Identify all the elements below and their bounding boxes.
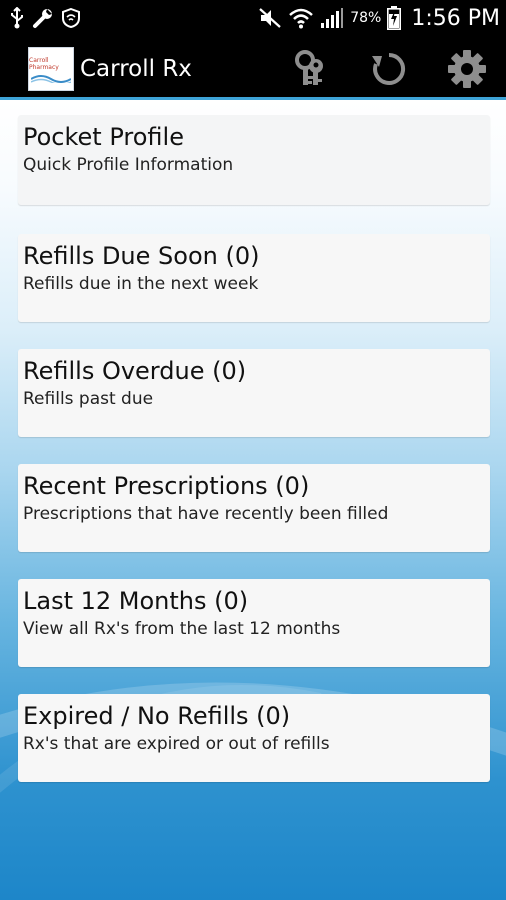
usb-icon — [10, 7, 24, 29]
card-subtitle: Quick Profile Information — [23, 155, 234, 175]
card-subtitle: Refills past due — [23, 389, 154, 409]
battery-percent: 78% — [350, 10, 382, 26]
card-subtitle: Rx's that are expired or out of refills — [23, 734, 330, 754]
card-pocket-profile[interactable]: Pocket Profile Quick Profile Information — [18, 115, 490, 205]
logo-text: Carroll Pharmacy — [29, 57, 59, 71]
keys-icon[interactable] — [289, 48, 331, 90]
card-subtitle: Refills due in the next week — [23, 274, 259, 294]
card-title: Last 12 Months (0) — [23, 587, 249, 615]
status-bar: 78% 1:56 PM — [0, 0, 506, 37]
card-refills-due-soon[interactable]: Refills Due Soon (0) Refills due in the … — [18, 234, 490, 322]
card-expired-no-refills[interactable]: Expired / No Refills (0) Rx's that are e… — [18, 694, 490, 782]
card-title: Recent Prescriptions (0) — [23, 472, 310, 500]
card-last-12-months[interactable]: Last 12 Months (0) View all Rx's from th… — [18, 579, 490, 667]
action-bar — [0, 37, 506, 100]
wifi-icon — [288, 7, 314, 29]
signal-icon — [320, 7, 344, 29]
wrench-icon — [32, 7, 54, 29]
status-left-icons — [10, 6, 80, 30]
shield-icon — [62, 8, 80, 28]
card-title: Refills Due Soon (0) — [23, 242, 260, 270]
status-time: 1:56 PM — [411, 5, 500, 31]
logo-wave-icon — [31, 75, 71, 83]
card-title: Pocket Profile — [23, 123, 184, 151]
app-title: Carroll Rx — [80, 56, 192, 82]
refresh-icon[interactable] — [368, 48, 410, 90]
main-content: Pocket Profile Quick Profile Information… — [0, 100, 506, 900]
card-subtitle: View all Rx's from the last 12 months — [23, 619, 341, 639]
card-title: Refills Overdue (0) — [23, 357, 247, 385]
battery-icon — [387, 6, 402, 30]
card-subtitle: Prescriptions that have recently been fi… — [23, 504, 389, 524]
card-recent-prescriptions[interactable]: Recent Prescriptions (0) Prescriptions t… — [18, 464, 490, 552]
app-logo[interactable]: Carroll Pharmacy — [28, 47, 74, 91]
card-title: Expired / No Refills (0) — [23, 702, 291, 730]
status-right-icons: 78% 1:56 PM — [258, 3, 500, 33]
mute-icon — [258, 7, 282, 29]
card-refills-overdue[interactable]: Refills Overdue (0) Refills past due — [18, 349, 490, 437]
gear-icon[interactable] — [446, 48, 488, 90]
